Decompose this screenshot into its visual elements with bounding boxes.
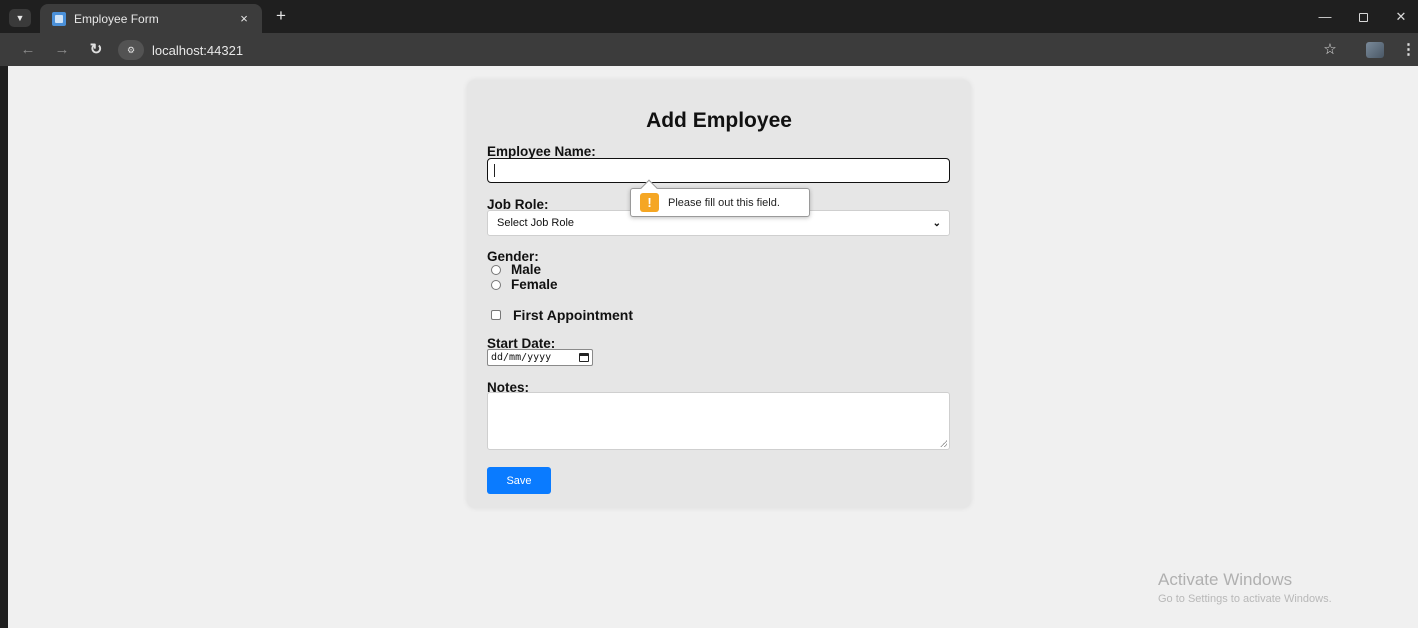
radio-male[interactable] (491, 264, 501, 275)
first-appointment-label: First Appointment (513, 307, 634, 323)
radio-female-label: Female (511, 277, 558, 292)
site-settings-icon[interactable]: ⚙ (118, 40, 144, 60)
restore-window-icon[interactable] (1353, 7, 1373, 27)
first-appointment-option[interactable]: First Appointment (491, 307, 633, 323)
new-tab-button[interactable]: + (271, 6, 291, 26)
employee-name-input[interactable] (487, 158, 950, 183)
page-viewport: Add Employee Employee Name: Job Role: Se… (8, 66, 1418, 628)
more-menu-icon[interactable]: ⋮ (1401, 40, 1416, 60)
gender-option-female[interactable]: Female (491, 277, 558, 292)
bookmark-star-icon[interactable]: ☆ (1320, 40, 1340, 60)
radio-male-label: Male (511, 262, 542, 277)
forward-arrow-icon[interactable]: → (52, 40, 72, 60)
start-date-placeholder: dd/mm/yyyy (491, 352, 552, 363)
active-tab[interactable]: Employee Form × (40, 4, 262, 33)
validation-message: Please fill out this field. (668, 196, 780, 209)
employee-form-card: Add Employee Employee Name: Job Role: Se… (467, 80, 971, 508)
calendar-icon[interactable] (579, 353, 589, 362)
save-button[interactable]: Save (487, 467, 551, 494)
back-arrow-icon[interactable]: ← (18, 40, 38, 60)
watermark-title: Activate Windows (1158, 570, 1293, 589)
first-appointment-checkbox[interactable] (491, 310, 501, 320)
tab-close-icon[interactable]: × (236, 11, 252, 26)
browser-toolbar: ← → ↻ ⚙ localhost:44321 ☆ ⋮ (0, 33, 1418, 66)
start-date-input[interactable]: dd/mm/yyyy (487, 349, 593, 366)
minimize-window-icon[interactable]: — (1315, 7, 1335, 27)
address-bar[interactable]: ⚙ localhost:44321 (118, 38, 1278, 62)
notes-textarea[interactable] (487, 392, 950, 450)
activate-windows-watermark: Activate Windows Go to Settings to activ… (1158, 570, 1332, 605)
gender-option-male[interactable]: Male (491, 262, 541, 277)
profile-avatar-icon[interactable] (1366, 42, 1384, 58)
employee-name-label: Employee Name: (487, 144, 596, 159)
job-role-selected-value: Select Job Role (497, 217, 575, 229)
resize-handle-icon[interactable] (940, 440, 947, 447)
text-caret (494, 164, 495, 177)
tab-strip: ▼ Employee Form × + — ✕ (0, 0, 1418, 33)
tab-title: Employee Form (74, 11, 159, 26)
close-window-icon[interactable]: ✕ (1391, 7, 1411, 27)
chevron-down-icon: ⌄ (932, 217, 941, 229)
watermark-subtitle: Go to Settings to activate Windows. (1158, 593, 1332, 605)
validation-tooltip: ! Please fill out this field. (630, 179, 810, 217)
radio-female[interactable] (491, 279, 501, 290)
page-favicon-icon (52, 11, 66, 26)
reload-icon[interactable]: ↻ (86, 40, 106, 60)
warning-icon: ! (640, 193, 659, 212)
form-title: Add Employee (646, 109, 792, 132)
url-text[interactable]: localhost:44321 (152, 43, 243, 58)
tab-search-chevron-icon[interactable]: ▼ (9, 9, 31, 27)
